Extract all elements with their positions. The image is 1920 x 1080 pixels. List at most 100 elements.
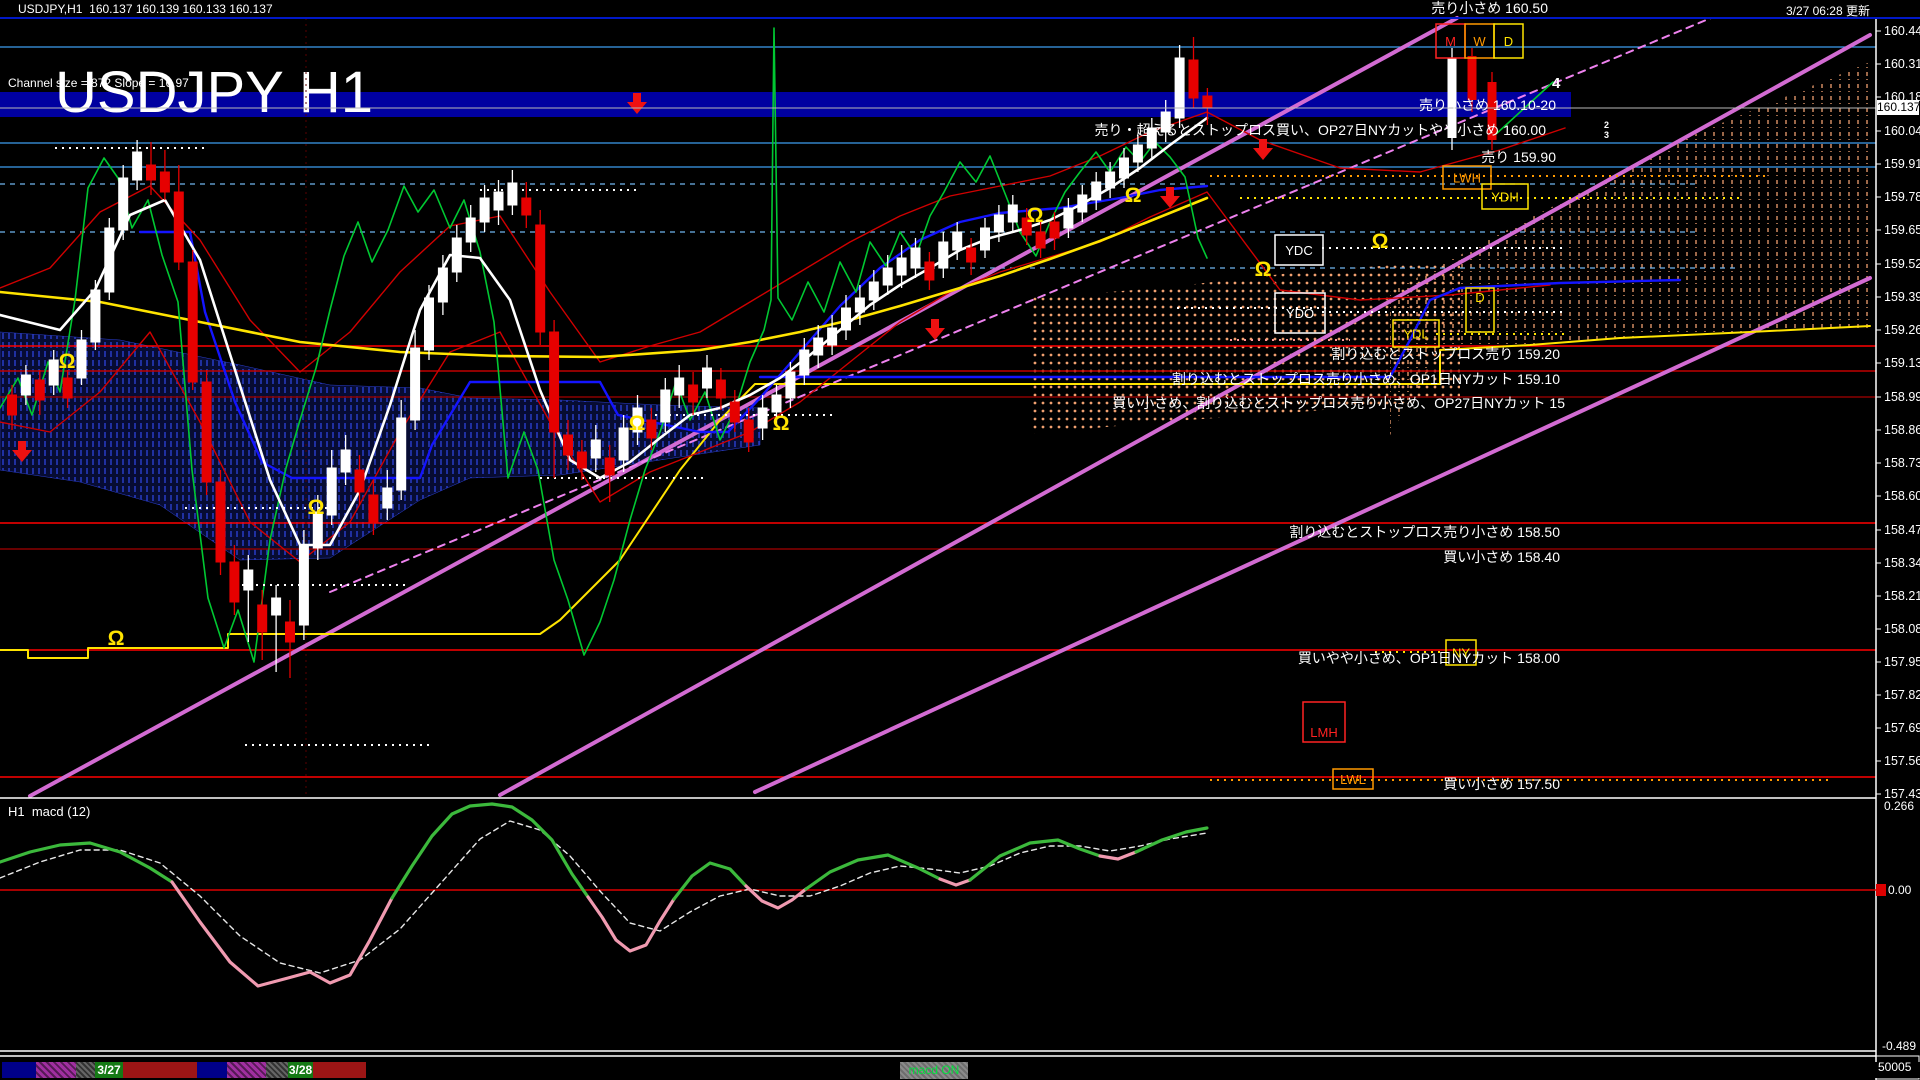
buy-omega-icon: Ω [1255, 258, 1272, 281]
axis-label: 158.210 [1884, 589, 1920, 603]
macd-main-line [0, 843, 172, 882]
candle [1133, 145, 1142, 162]
candle [327, 468, 336, 515]
candle [939, 242, 948, 268]
candle [536, 225, 545, 332]
candle [883, 268, 892, 285]
axis-label: 160.045 [1884, 124, 1920, 138]
watermark: USDJPY H1 [55, 60, 373, 125]
macd-pane: 0.2660.00-0.489 [0, 799, 1916, 1053]
candle [814, 338, 823, 355]
candle [1203, 96, 1212, 108]
axis-label: 157.560 [1884, 754, 1920, 768]
axis-label: 157.820 [1884, 688, 1920, 702]
candle [494, 192, 503, 210]
session-segment [313, 1062, 366, 1078]
candle [258, 605, 267, 632]
session-segment: 3/27 [95, 1062, 123, 1078]
price-chart-canvas[interactable]: USDJPY H1MWDLWHYDHYDCYDOYDLDNYLMHLWLΩΩΩΩ… [0, 0, 1920, 1080]
svg-text:LWL: LWL [1340, 772, 1366, 787]
candle [63, 378, 72, 398]
candle [272, 598, 281, 615]
axis-label: 159.260 [1884, 323, 1920, 337]
candle [230, 562, 239, 602]
session-segment [123, 1062, 197, 1078]
candle [869, 282, 878, 300]
title-bar[interactable]: USDJPY,H1 160.137 160.139 160.133 160.13… [0, 0, 1920, 19]
candle [49, 360, 58, 385]
price-annotation: 売り 159.90 [1481, 149, 1556, 165]
svg-text:LWH: LWH [1453, 171, 1481, 186]
candle [744, 420, 753, 442]
candle [730, 402, 739, 422]
candle [522, 198, 531, 215]
axis-label: 160.310 [1884, 57, 1920, 71]
candle [480, 198, 489, 222]
price-annotation: 割り込むとストップロス売り小さめ 158.50 [1289, 524, 1560, 540]
candle [647, 420, 656, 438]
candle [967, 248, 976, 262]
candle [800, 350, 809, 375]
candle [591, 440, 600, 458]
axis-label: 159.915 [1884, 157, 1920, 171]
buy-omega-icon: Ω [1372, 230, 1389, 253]
corner-value: 50005 [1878, 1060, 1911, 1074]
macd-main-line [674, 863, 746, 899]
svg-text:YDL: YDL [1403, 327, 1428, 342]
candle [911, 248, 920, 268]
candle [299, 545, 308, 625]
axis-label: 159.785 [1884, 190, 1920, 204]
candle [105, 228, 114, 292]
candle [925, 262, 934, 280]
macd-main-line [806, 855, 940, 889]
candle [758, 408, 767, 428]
sell-arrow-icon [1253, 139, 1273, 160]
session-segment [227, 1062, 266, 1078]
axis-label: 158.080 [1884, 622, 1920, 636]
svg-text:W: W [1473, 34, 1486, 49]
current-price-tag: 160.137 [1877, 100, 1919, 115]
price-annotation: 売り小さめ 160.10-20 [1419, 97, 1556, 113]
candle [8, 395, 17, 415]
buy-omega-icon: Ω [308, 496, 325, 519]
axis-label: 157.690 [1884, 721, 1920, 735]
candle [35, 380, 44, 400]
candle [355, 470, 364, 492]
svg-text:YDH: YDH [1491, 190, 1518, 205]
candle [661, 390, 670, 422]
session-date-label: 3/28 [289, 1063, 312, 1077]
candle [202, 382, 211, 482]
candle [1064, 208, 1073, 228]
price-annotation: 割り込むとストップロス売り 159.20 [1331, 346, 1560, 362]
macd-main-line [940, 879, 970, 885]
buy-omega-icon: Ω [59, 350, 76, 373]
candle [160, 172, 169, 192]
macd-toggle-button[interactable]: macd ON [900, 1062, 968, 1079]
price-annotation: 売り・超えるとストップロス買い、OP27日NYカットやや小さめ 160.00 [1094, 122, 1546, 138]
candle [411, 348, 420, 420]
candle [855, 298, 864, 312]
axis-label: 158.340 [1884, 556, 1920, 570]
session-segment: 3/28 [288, 1062, 313, 1078]
candle [675, 378, 684, 395]
svg-text:M: M [1445, 34, 1456, 49]
svg-text:0.00: 0.00 [1888, 883, 1912, 897]
candle [842, 308, 851, 330]
candle [605, 458, 614, 475]
price-annotation: 買い小さめ 157.50 [1443, 776, 1560, 792]
candle [619, 428, 628, 460]
candle [188, 262, 197, 382]
candle [786, 372, 795, 398]
svg-text:4: 4 [1552, 75, 1561, 92]
candle [772, 395, 781, 412]
candle [452, 238, 461, 272]
price-annotation: 買いやや小さめ、OP1日NYカット 158.00 [1298, 650, 1560, 666]
candle [147, 165, 156, 180]
candle [564, 435, 573, 455]
candle [577, 452, 586, 468]
buy-omega-icon: Ω [1125, 184, 1142, 207]
price-annotation: 割り込むとストップロス売り小さめ、OP1日NYカット 159.10 [1172, 371, 1560, 387]
candle [994, 215, 1003, 232]
candle [828, 328, 837, 345]
update-timestamp[interactable]: 3/27 06:28 更新 [1786, 2, 1870, 19]
